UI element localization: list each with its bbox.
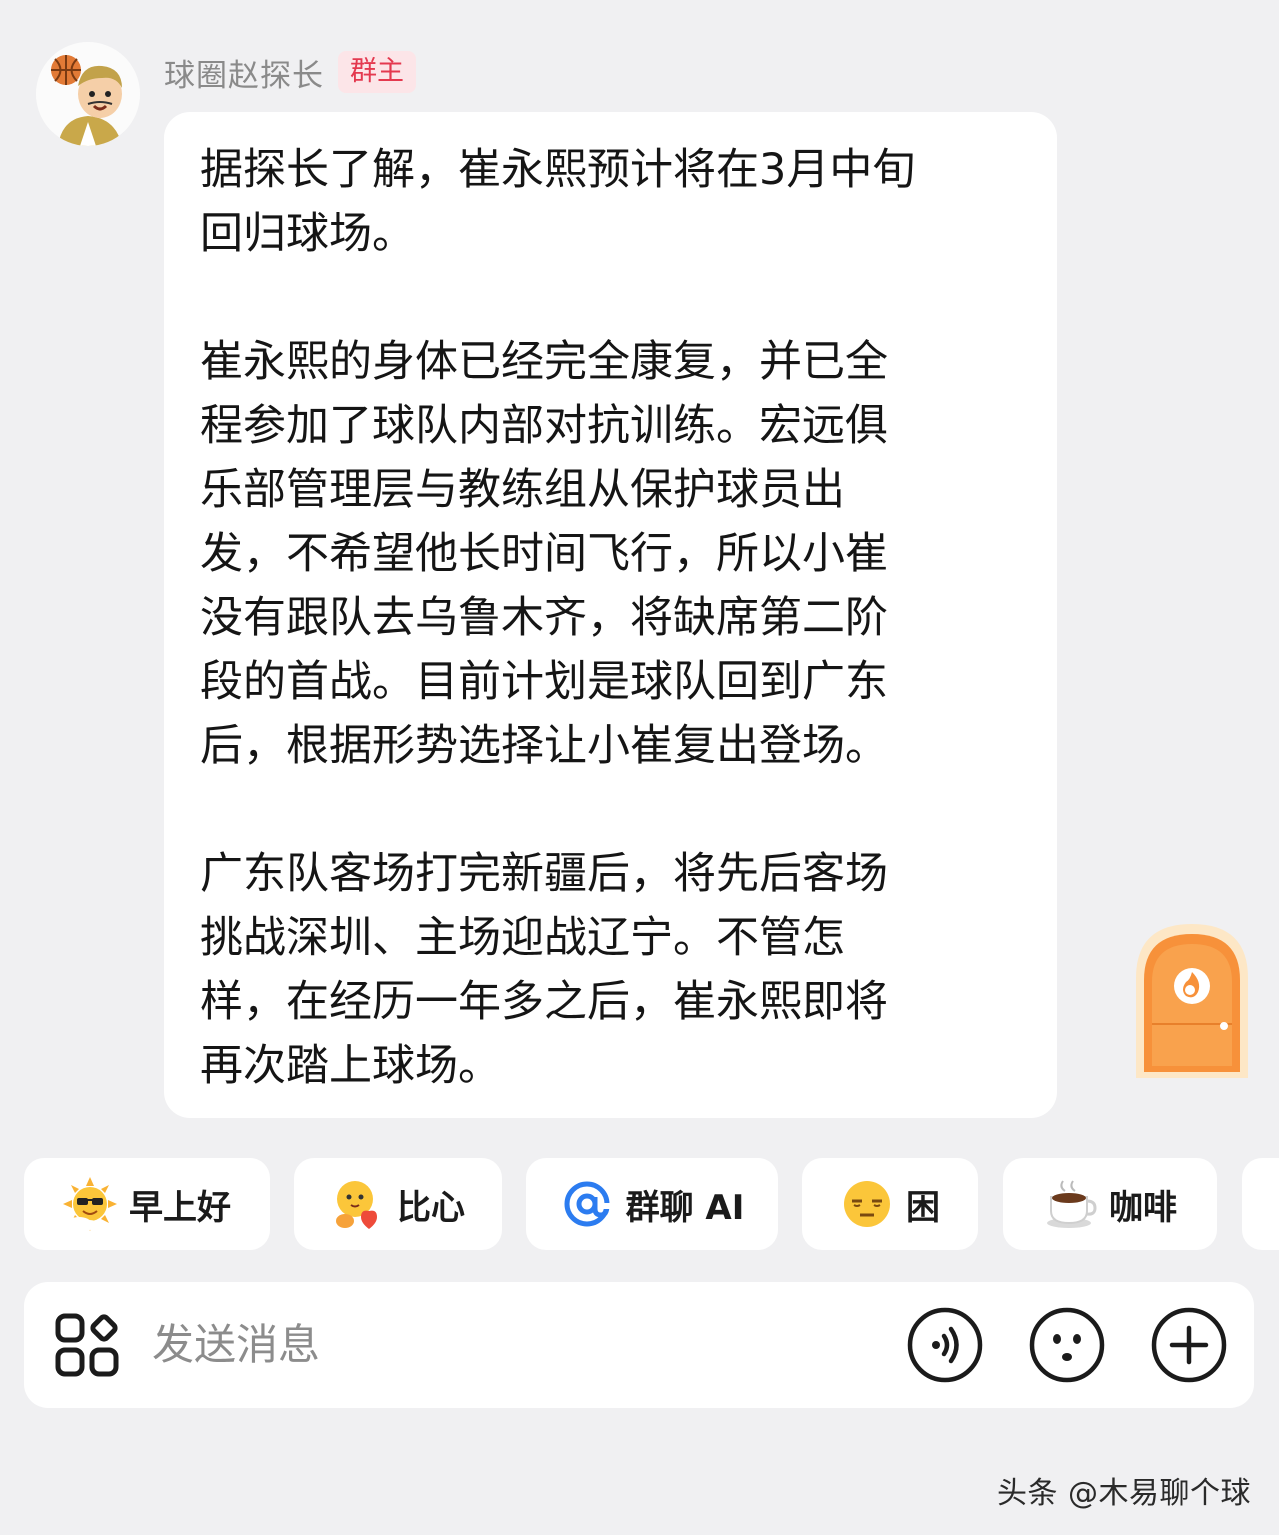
quick-reply-coffee[interactable]: 咖啡 — [1003, 1158, 1217, 1250]
quick-reply-group-ai[interactable]: 群聊 AI — [526, 1158, 778, 1250]
quick-reply-label: 咖啡 — [1109, 1187, 1177, 1228]
sender-avatar[interactable] — [36, 42, 140, 146]
heart-hands-icon — [336, 1181, 377, 1229]
message-text: 据探长了解，崔永熙预计将在3月中旬 回归球场。 崔永熙的身体已经完全康复，并已全… — [200, 145, 916, 1091]
at-icon — [564, 1181, 612, 1227]
quick-reply-more[interactable] — [1242, 1158, 1279, 1250]
quick-reply-sleepy[interactable]: 困 — [802, 1158, 978, 1250]
quick-reply-good-morning[interactable]: 早上好 — [24, 1158, 270, 1250]
voice-input-icon[interactable] — [906, 1306, 984, 1384]
quick-reply-label: 困 — [906, 1187, 940, 1228]
emoji-icon[interactable] — [1028, 1306, 1106, 1384]
quick-reply-bar: 早上好 比心 群聊 AI 困 咖啡 — [0, 1158, 1279, 1252]
group-owner-badge: 群主 — [338, 51, 416, 93]
sender-header: 球圈赵探长 群主 — [164, 50, 416, 94]
coffee-icon — [1047, 1180, 1097, 1228]
quick-reply-label: 群聊 AI — [625, 1187, 745, 1228]
sleepy-face-icon — [844, 1181, 890, 1227]
message-input-bar: 发送消息 — [24, 1282, 1254, 1408]
door-entry-icon[interactable] — [1132, 920, 1252, 1078]
avatar-illustration — [36, 42, 140, 146]
quick-reply-finger-heart[interactable]: 比心 — [294, 1158, 502, 1250]
quick-reply-label: 比心 — [397, 1187, 465, 1228]
apps-grid-icon[interactable] — [54, 1312, 120, 1378]
quick-reply-label: 早上好 — [129, 1187, 231, 1228]
message-bubble[interactable]: 据探长了解，崔永熙预计将在3月中旬 回归球场。 崔永熙的身体已经完全康复，并已全… — [164, 112, 1057, 1118]
watermark: 头条 @木易聊个球 — [996, 1476, 1251, 1511]
add-icon[interactable] — [1150, 1306, 1228, 1384]
message-input[interactable]: 发送消息 — [152, 1318, 320, 1372]
sender-name[interactable]: 球圈赵探长 — [164, 50, 324, 95]
sun-sunglasses-icon — [63, 1177, 117, 1231]
